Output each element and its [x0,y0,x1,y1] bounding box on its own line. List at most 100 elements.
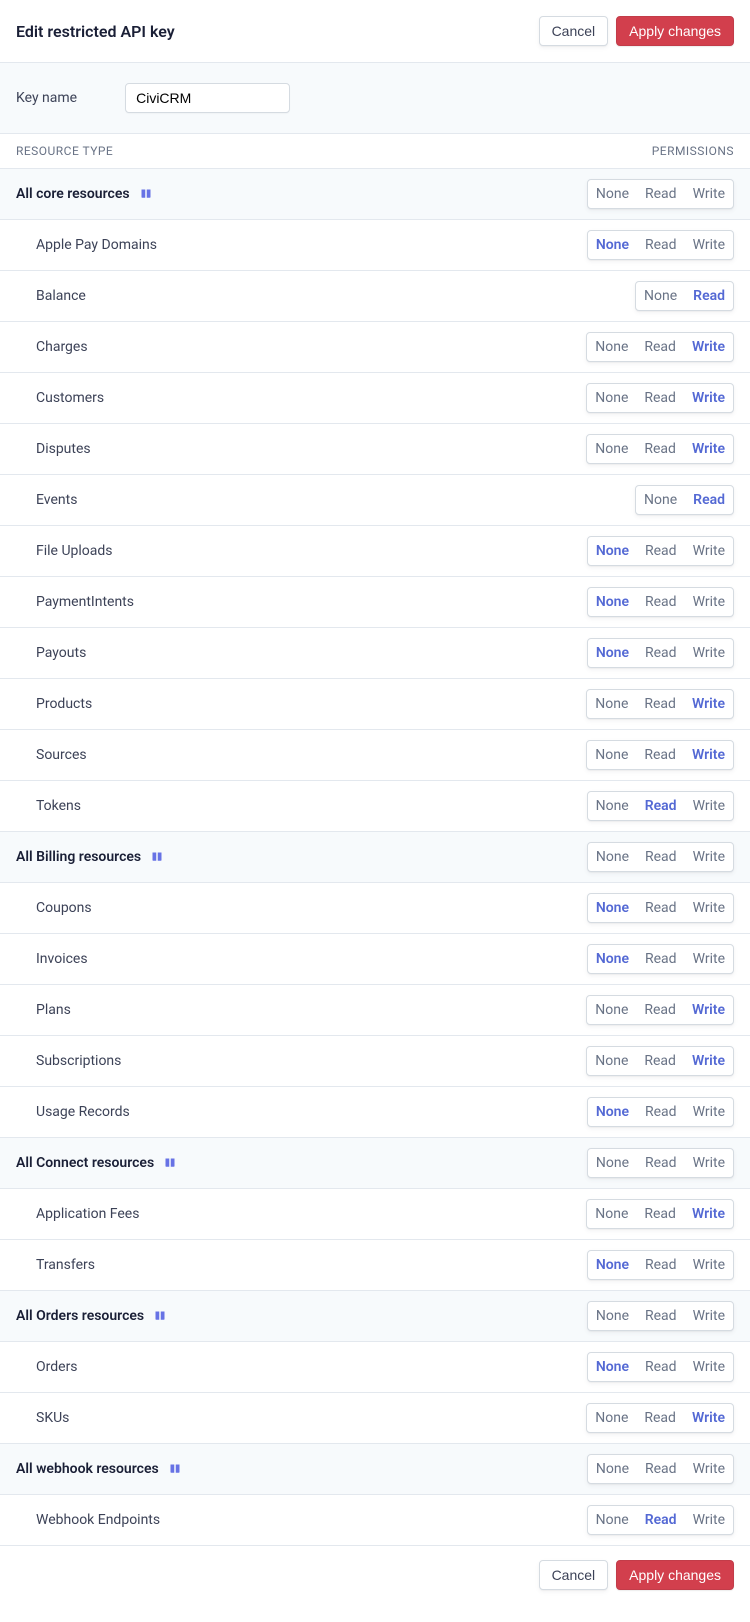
permission-option-write[interactable]: Write [684,690,733,718]
permission-option-none[interactable]: None [587,1047,636,1075]
permission-option-write[interactable]: Write [685,792,733,820]
permission-option-read[interactable]: Read [637,1251,685,1279]
permission-toggle[interactable]: NoneReadWrite [587,1250,734,1280]
permission-option-read[interactable]: Read [636,1200,684,1228]
permission-option-write[interactable]: Write [684,333,733,361]
permission-toggle[interactable]: NoneReadWrite [587,1148,734,1178]
permission-option-none[interactable]: None [588,639,637,667]
permission-option-none[interactable]: None [588,1251,637,1279]
docs-icon[interactable] [164,1157,176,1169]
docs-icon[interactable] [169,1463,181,1475]
permission-toggle[interactable]: NoneReadWrite [586,740,734,770]
permission-toggle[interactable]: NoneReadWrite [586,995,734,1025]
permission-option-read[interactable]: Read [637,1149,685,1177]
permission-option-read[interactable]: Read [637,180,685,208]
permission-option-none[interactable]: None [587,690,636,718]
permission-option-none[interactable]: None [587,741,636,769]
permission-toggle[interactable]: NoneReadWrite [587,791,734,821]
permission-option-none[interactable]: None [588,843,637,871]
permission-option-write[interactable]: Write [685,1302,733,1330]
permission-toggle[interactable]: NoneReadWrite [587,842,734,872]
permission-option-write[interactable]: Write [685,1251,733,1279]
permission-option-write[interactable]: Write [684,1200,733,1228]
permission-option-none[interactable]: None [588,792,637,820]
cancel-button-footer[interactable]: Cancel [539,1560,609,1590]
docs-icon[interactable] [140,188,152,200]
permission-toggle[interactable]: NoneRead [635,281,734,311]
permission-option-write[interactable]: Write [685,537,733,565]
permission-option-none[interactable]: None [588,894,637,922]
permission-toggle[interactable]: NoneReadWrite [586,1199,734,1229]
permission-option-write[interactable]: Write [685,1353,733,1381]
permission-option-none[interactable]: None [588,945,637,973]
permission-option-write[interactable]: Write [685,894,733,922]
apply-changes-button[interactable]: Apply changes [616,16,734,46]
permission-option-write[interactable]: Write [685,1455,733,1483]
apply-changes-button-footer[interactable]: Apply changes [616,1560,734,1590]
permission-toggle[interactable]: NoneReadWrite [587,893,734,923]
permission-option-read[interactable]: Read [637,1353,685,1381]
permission-toggle[interactable]: NoneReadWrite [586,1403,734,1433]
permission-option-write[interactable]: Write [685,639,733,667]
permission-option-read[interactable]: Read [637,537,685,565]
permission-option-none[interactable]: None [587,384,636,412]
permission-option-write[interactable]: Write [685,843,733,871]
permission-toggle[interactable]: NoneReadWrite [587,1301,734,1331]
permission-toggle[interactable]: NoneReadWrite [586,332,734,362]
permission-option-none[interactable]: None [636,486,685,514]
permission-toggle[interactable]: NoneReadWrite [587,944,734,974]
permission-option-read[interactable]: Read [685,282,733,310]
permission-option-read[interactable]: Read [637,945,685,973]
permission-option-read[interactable]: Read [636,1047,684,1075]
permission-option-read[interactable]: Read [637,231,685,259]
permission-option-read[interactable]: Read [637,894,685,922]
permission-option-none[interactable]: None [588,1353,637,1381]
permission-option-write[interactable]: Write [685,180,733,208]
docs-icon[interactable] [151,851,163,863]
permission-option-read[interactable]: Read [637,639,685,667]
permission-option-none[interactable]: None [588,1302,637,1330]
permission-option-read[interactable]: Read [637,588,685,616]
permission-option-write[interactable]: Write [685,231,733,259]
permission-option-none[interactable]: None [587,435,636,463]
permission-option-none[interactable]: None [587,1200,636,1228]
permission-option-read[interactable]: Read [637,1455,685,1483]
permission-toggle[interactable]: NoneReadWrite [587,1505,734,1535]
cancel-button[interactable]: Cancel [539,16,609,46]
permission-option-write[interactable]: Write [685,945,733,973]
docs-icon[interactable] [154,1310,166,1322]
permission-option-none[interactable]: None [588,1149,637,1177]
permission-toggle[interactable]: NoneReadWrite [587,230,734,260]
permission-option-none[interactable]: None [587,333,636,361]
permission-toggle[interactable]: NoneReadWrite [586,689,734,719]
permission-option-read[interactable]: Read [636,690,684,718]
permission-option-read[interactable]: Read [637,1506,685,1534]
permission-option-write[interactable]: Write [684,1047,733,1075]
permission-option-write[interactable]: Write [684,384,733,412]
permission-option-write[interactable]: Write [684,996,733,1024]
permission-option-write[interactable]: Write [684,1404,733,1432]
permission-option-none[interactable]: None [636,282,685,310]
key-name-input[interactable] [125,83,290,113]
permission-toggle[interactable]: NoneReadWrite [587,179,734,209]
permission-option-read[interactable]: Read [636,1404,684,1432]
permission-option-write[interactable]: Write [685,588,733,616]
permission-option-write[interactable]: Write [684,435,733,463]
permission-option-read[interactable]: Read [637,1098,685,1126]
permission-option-none[interactable]: None [587,996,636,1024]
permission-option-none[interactable]: None [587,1404,636,1432]
permission-toggle[interactable]: NoneRead [635,485,734,515]
permission-toggle[interactable]: NoneReadWrite [587,587,734,617]
permission-toggle[interactable]: NoneReadWrite [586,383,734,413]
permission-toggle[interactable]: NoneReadWrite [587,536,734,566]
permission-option-none[interactable]: None [588,1098,637,1126]
permission-option-write[interactable]: Write [685,1098,733,1126]
permission-option-none[interactable]: None [588,1455,637,1483]
permission-option-read[interactable]: Read [636,996,684,1024]
permission-option-read[interactable]: Read [637,1302,685,1330]
permission-option-read[interactable]: Read [636,333,684,361]
permission-option-write[interactable]: Write [685,1149,733,1177]
permission-toggle[interactable]: NoneReadWrite [586,1046,734,1076]
permission-toggle[interactable]: NoneReadWrite [587,638,734,668]
permission-option-write[interactable]: Write [685,1506,733,1534]
